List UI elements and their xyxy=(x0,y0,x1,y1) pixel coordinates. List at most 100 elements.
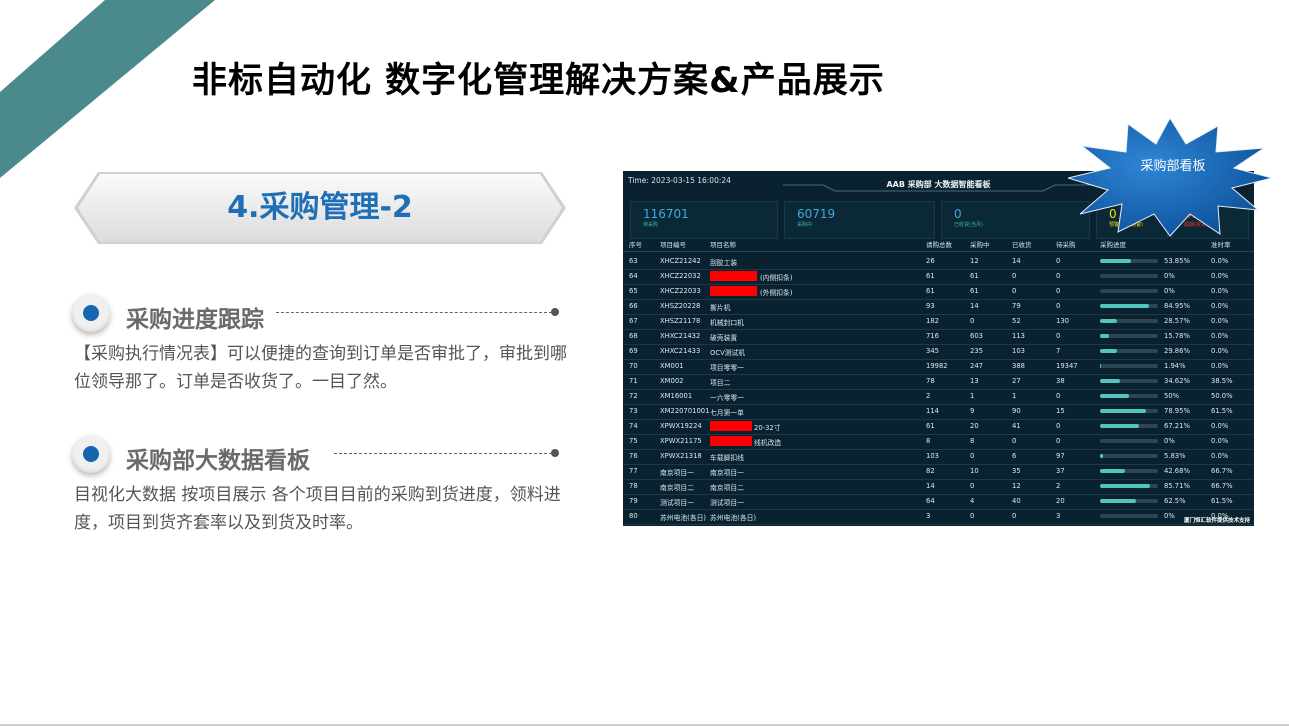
table-cell-pending: 0 xyxy=(1056,332,1061,340)
table-cell-pending: 0 xyxy=(1056,392,1061,400)
table-cell-received: 90 xyxy=(1012,407,1021,415)
table-cell-no: 71 xyxy=(629,377,638,385)
progress-bar xyxy=(1100,454,1158,458)
column-header: 已收货 xyxy=(1012,241,1032,249)
table-cell-progress-text: 50% xyxy=(1164,392,1180,400)
column-header: 待采购 xyxy=(1056,241,1076,249)
table-row: 63 XHCZ21242 刮胶工装 26 12 14 0 53.85% 0.0% xyxy=(623,254,1254,270)
table-cell-name: 南京项目二 xyxy=(710,484,744,492)
table-cell-buying: 0 xyxy=(970,482,975,490)
table-cell-no: 73 xyxy=(629,407,638,415)
table-cell-ontime: 0.0% xyxy=(1211,347,1229,355)
table-cell-code: XHSZ20228 xyxy=(660,302,701,310)
table-cell-code: XHCZ21242 xyxy=(660,257,701,265)
progress-bar xyxy=(1100,259,1158,263)
table-cell-ontime: 66.7% xyxy=(1211,467,1233,475)
table-cell-pending: 15 xyxy=(1056,407,1065,415)
redaction-box xyxy=(710,436,752,446)
table-cell-pending: 0 xyxy=(1056,302,1061,310)
starburst-callout xyxy=(1068,118,1273,237)
table-cell-no: 72 xyxy=(629,392,638,400)
table-cell-buying: 61 xyxy=(970,272,979,280)
table-row: 79 测试项目一 测试项目一 64 4 40 20 62.5% 61.5% xyxy=(623,494,1254,510)
table-cell-buying: 9 xyxy=(970,407,975,415)
table-cell-ontime: 0.0% xyxy=(1211,437,1229,445)
table-cell-total: 114 xyxy=(926,407,939,415)
table-cell-name: 机械封口机 xyxy=(710,319,744,327)
table-cell-no: 74 xyxy=(629,422,638,430)
section-banner-title: 4.采购管理-2 xyxy=(227,190,413,225)
table-cell-received: 0 xyxy=(1012,287,1017,295)
table-cell-name: 撕片机 xyxy=(710,304,731,312)
progress-bar-fill xyxy=(1100,259,1132,263)
table-cell-name: (内侧扣条) xyxy=(760,274,793,282)
section-divider xyxy=(276,312,552,313)
divider-end-dot xyxy=(551,308,559,316)
table-cell-buying: 12 xyxy=(970,257,979,265)
table-cell-name: 测试项目一 xyxy=(710,499,744,507)
table-cell-code: XM220701001 xyxy=(660,407,710,415)
table-cell-no: 78 xyxy=(629,482,638,490)
table-cell-total: 26 xyxy=(926,257,935,265)
table-cell-received: 0 xyxy=(1012,512,1017,520)
progress-bar xyxy=(1100,514,1158,518)
table-cell-received: 12 xyxy=(1012,482,1021,490)
table-cell-received: 6 xyxy=(1012,452,1017,460)
redaction-box xyxy=(710,286,757,296)
table-cell-no: 66 xyxy=(629,302,638,310)
progress-bar xyxy=(1100,469,1158,473)
table-cell-progress-text: 42.68% xyxy=(1164,467,1190,475)
column-header: 准时率 xyxy=(1211,241,1231,249)
progress-bar xyxy=(1100,289,1158,293)
table-cell-received: 14 xyxy=(1012,257,1021,265)
table-cell-code: XPWX19224 xyxy=(660,422,702,430)
table-cell-name: 项目零零一 xyxy=(710,364,744,372)
table-cell-buying: 235 xyxy=(970,347,983,355)
section-description-progress-tracking: 【采购执行情况表】可以便捷的查询到订单是否审批了，审批到哪位领导那了。订单是否收… xyxy=(74,344,567,392)
redaction-box xyxy=(710,421,752,431)
table-cell-total: 19982 xyxy=(926,362,948,370)
table-cell-ontime: 0.0% xyxy=(1211,332,1229,340)
table-cell-no: 70 xyxy=(629,362,638,370)
table-cell-progress-text: 5.83% xyxy=(1164,452,1186,460)
table-cell-name: 项目二 xyxy=(710,379,731,387)
table-cell-received: 40 xyxy=(1012,497,1021,505)
column-header: 项目编号 xyxy=(660,241,686,249)
table-cell-total: 93 xyxy=(926,302,935,310)
table-cell-name: 一六零零一 xyxy=(710,394,744,402)
table-row: 76 XPWX21318 车载脚扣线 103 0 6 97 5.83% 0.0% xyxy=(623,449,1254,465)
table-cell-name: 苏州电池(各日) xyxy=(710,514,757,522)
table-row: 74 XPWX19224 20-32寸 61 20 41 0 67.21% 0.0% xyxy=(623,419,1254,435)
progress-bar xyxy=(1100,379,1158,383)
progress-bar xyxy=(1100,349,1158,353)
progress-bar xyxy=(1100,304,1158,308)
table-cell-progress-text: 0% xyxy=(1164,437,1175,445)
table-cell-total: 64 xyxy=(926,497,935,505)
table-cell-received: 27 xyxy=(1012,377,1021,385)
table-cell-progress-text: 1.94% xyxy=(1164,362,1186,370)
table-cell-pending: 0 xyxy=(1056,437,1061,445)
table-cell-progress-text: 84.95% xyxy=(1164,302,1190,310)
table-cell-total: 345 xyxy=(926,347,939,355)
table-cell-received: 0 xyxy=(1012,272,1017,280)
table-cell-ontime: 0.0% xyxy=(1211,272,1229,280)
progress-bar-fill xyxy=(1100,349,1118,353)
table-row: 80 苏州电池(各日) 苏州电池(各日) 3 0 0 3 0% 0.0% xyxy=(623,509,1254,525)
table-cell-received: 0 xyxy=(1012,437,1017,445)
table-cell-name: 七月第一单 xyxy=(710,409,744,417)
progress-bar-fill xyxy=(1100,424,1139,428)
progress-bar-fill xyxy=(1100,454,1104,458)
table-cell-total: 82 xyxy=(926,467,935,475)
table-cell-buying: 13 xyxy=(970,377,979,385)
table-cell-pending: 2 xyxy=(1056,482,1061,490)
table-cell-progress-text: 29.86% xyxy=(1164,347,1190,355)
table-cell-no: 79 xyxy=(629,497,638,505)
section-title-progress-tracking: 采购进度跟踪 xyxy=(126,307,264,333)
table-cell-ontime: 0.0% xyxy=(1211,452,1229,460)
kpi-label: 已收货(当月) xyxy=(954,222,983,228)
table-cell-name: (外侧扣条) xyxy=(760,289,793,297)
table-cell-code: XHXC21432 xyxy=(660,332,701,340)
column-header: 请购总数 xyxy=(926,241,952,249)
table-cell-no: 80 xyxy=(629,512,638,520)
table-cell-progress-text: 0% xyxy=(1164,512,1175,520)
